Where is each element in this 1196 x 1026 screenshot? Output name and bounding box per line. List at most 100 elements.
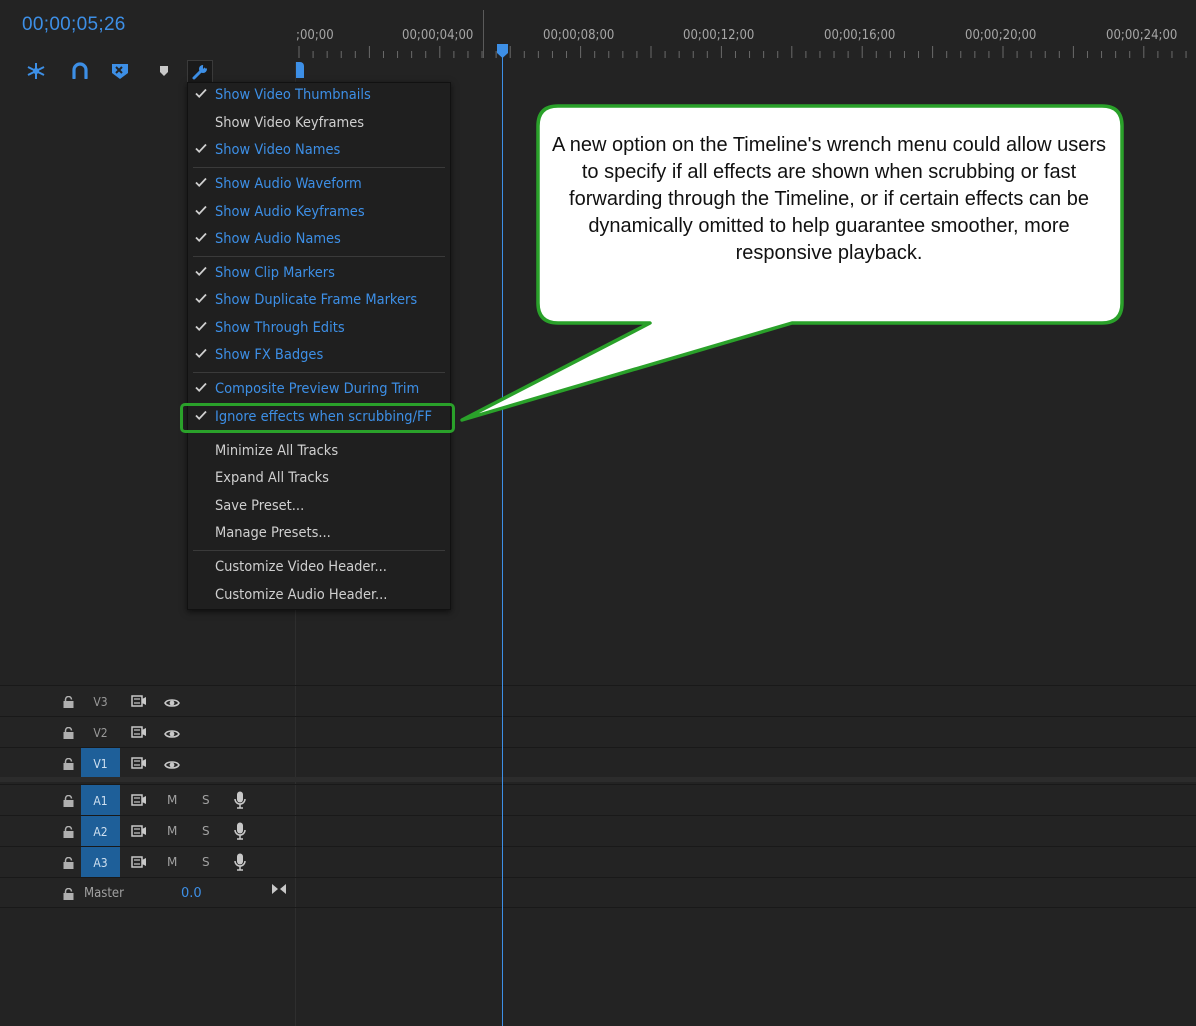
menu-item-label: Show Through Edits: [215, 320, 345, 336]
mute-button[interactable]: M: [167, 824, 177, 838]
menu-item-label: Show Audio Names: [215, 231, 341, 247]
audio-track[interactable]: A3 M S: [0, 846, 1196, 878]
menu-item[interactable]: Show Audio Names: [188, 228, 450, 252]
marker-icon[interactable]: [152, 60, 176, 82]
video-track[interactable]: V2: [0, 716, 1196, 748]
solo-button[interactable]: S: [202, 793, 210, 807]
menu-item[interactable]: Show FX Badges: [188, 344, 450, 368]
track-group-separator: [0, 777, 1196, 782]
microphone-icon[interactable]: [234, 822, 246, 845]
menu-item[interactable]: Manage Presets...: [188, 522, 450, 546]
checkmark-icon: [195, 205, 207, 215]
sync-lock-icon[interactable]: [131, 793, 147, 812]
highlight-box: [180, 403, 455, 433]
checkmark-icon: [195, 177, 207, 187]
track-header: V3: [0, 686, 295, 716]
eye-icon[interactable]: [164, 727, 180, 745]
lock-icon[interactable]: [63, 887, 74, 900]
eye-icon[interactable]: [164, 696, 180, 714]
lock-icon[interactable]: [63, 726, 74, 739]
track-name[interactable]: V1: [81, 748, 120, 779]
microphone-icon[interactable]: [234, 853, 246, 876]
ruler-label: 00;00;08;00: [543, 28, 615, 43]
eye-icon[interactable]: [164, 758, 180, 776]
menu-item[interactable]: Minimize All Tracks: [188, 440, 450, 464]
master-track[interactable]: Master 0.0: [0, 877, 1196, 909]
menu-item-label: Show Video Keyframes: [215, 115, 365, 131]
ruler-label: 00;00;24;00: [1106, 28, 1178, 43]
microphone-icon[interactable]: [234, 791, 246, 814]
menu-item[interactable]: Customize Video Header...: [188, 556, 450, 580]
linked-selection-icon[interactable]: [68, 60, 92, 82]
track-name[interactable]: A2: [81, 816, 120, 847]
time-ruler[interactable]: ;00;00 00;00;04;00 00;00;08;00 00;00;12;…: [296, 0, 1196, 62]
menu-item[interactable]: Show Video Thumbnails: [188, 84, 450, 108]
menu-item[interactable]: Show Audio Waveform: [188, 173, 450, 197]
track-name[interactable]: A1: [81, 785, 120, 816]
in-point-marker[interactable]: [296, 62, 304, 78]
lock-icon[interactable]: [63, 794, 74, 807]
checkmark-icon: [195, 382, 207, 392]
playhead-handle[interactable]: [497, 44, 508, 58]
track-name[interactable]: V3: [81, 686, 120, 717]
master-label: Master: [84, 886, 124, 901]
sync-lock-icon[interactable]: [131, 756, 147, 775]
add-marker-icon[interactable]: [108, 60, 132, 82]
snap-icon[interactable]: [24, 60, 48, 82]
checkmark-icon: [195, 232, 207, 242]
solo-button[interactable]: S: [202, 855, 210, 869]
menu-item[interactable]: Save Preset...: [188, 495, 450, 519]
menu-item-label: Show Audio Keyframes: [215, 204, 365, 220]
menu-separator: [193, 167, 445, 168]
sync-lock-icon[interactable]: [131, 855, 147, 874]
menu-separator: [193, 550, 445, 551]
menu-item-label: Customize Audio Header...: [215, 587, 388, 603]
track-name[interactable]: V2: [81, 717, 120, 748]
playhead-line[interactable]: [502, 46, 503, 1026]
menu-item[interactable]: Composite Preview During Trim: [188, 378, 450, 402]
solo-button[interactable]: S: [202, 824, 210, 838]
lock-icon[interactable]: [63, 825, 74, 838]
track-header: A3 M S: [0, 847, 295, 878]
lock-icon[interactable]: [63, 757, 74, 770]
menu-item[interactable]: Show Video Keyframes: [188, 112, 450, 136]
track-header: Master 0.0: [0, 878, 295, 908]
mute-button[interactable]: M: [167, 855, 177, 869]
menu-item[interactable]: Show Audio Keyframes: [188, 201, 450, 225]
menu-item-label: Composite Preview During Trim: [215, 381, 420, 397]
wrench-icon[interactable]: [187, 60, 213, 84]
track-header: V1: [0, 748, 295, 779]
menu-item-label: Show Duplicate Frame Markers: [215, 292, 418, 308]
sync-lock-icon[interactable]: [131, 694, 147, 713]
go-to-in-out-icon[interactable]: [271, 882, 287, 900]
menu-item[interactable]: Customize Audio Header...: [188, 584, 450, 608]
track-name[interactable]: A3: [81, 847, 120, 878]
audio-track[interactable]: A2 M S: [0, 815, 1196, 847]
video-track[interactable]: V1: [0, 747, 1196, 779]
sync-lock-icon[interactable]: [131, 725, 147, 744]
ruler-label: ;00;00: [296, 28, 334, 43]
menu-item-label: Expand All Tracks: [215, 470, 329, 486]
sync-lock-icon[interactable]: [131, 824, 147, 843]
lock-icon[interactable]: [63, 856, 74, 869]
menu-item-label: Show FX Badges: [215, 347, 324, 363]
track-header: A1 M S: [0, 785, 295, 816]
mute-button[interactable]: M: [167, 793, 177, 807]
video-track[interactable]: V3: [0, 685, 1196, 717]
menu-item[interactable]: Expand All Tracks: [188, 467, 450, 491]
wrench-menu: Show Video Thumbnails Show Video Keyframe…: [187, 82, 451, 610]
menu-item-label: Manage Presets...: [215, 525, 331, 541]
menu-item-label: Save Preset...: [215, 498, 305, 514]
lock-icon[interactable]: [63, 695, 74, 708]
menu-item-label: Show Video Names: [215, 142, 341, 158]
checkmark-icon: [195, 348, 207, 358]
master-volume-value[interactable]: 0.0: [181, 886, 202, 901]
menu-item[interactable]: Show Clip Markers: [188, 262, 450, 286]
timecode-display[interactable]: 00;00;05;26: [22, 14, 126, 36]
ruler-label: 00;00;16;00: [824, 28, 896, 43]
audio-track[interactable]: A1 M S: [0, 784, 1196, 816]
menu-item[interactable]: Show Through Edits: [188, 317, 450, 341]
menu-item[interactable]: Show Duplicate Frame Markers: [188, 289, 450, 313]
menu-item[interactable]: Show Video Names: [188, 139, 450, 163]
menu-separator: [193, 256, 445, 257]
